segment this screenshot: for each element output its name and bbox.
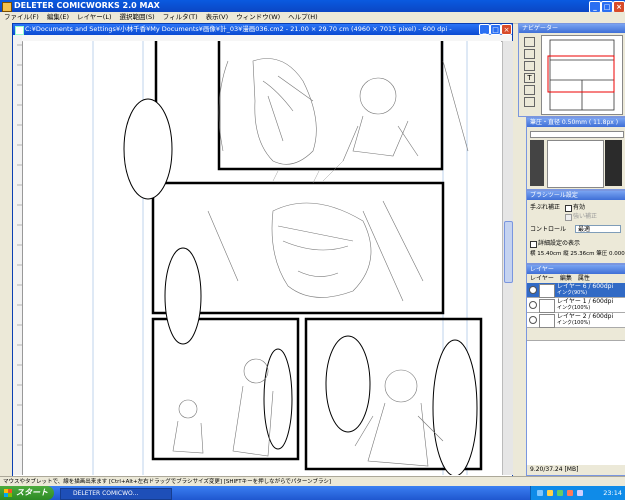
enabled-label: 有効 xyxy=(573,204,586,211)
brush-panel: 筆圧・直径 0.50mm ( 11.8px ) xyxy=(526,117,625,190)
detail-label: 詳細設定の表示 xyxy=(538,240,581,247)
doc-close-button[interactable]: × xyxy=(501,24,512,35)
brush-panel-title: 筆圧・直径 0.50mm ( 11.8px ) xyxy=(527,118,625,127)
menu-edit[interactable]: 編集(E) xyxy=(43,12,73,23)
text-tool-icon[interactable]: T xyxy=(524,73,535,83)
layers-tabs: レイヤー 編集 属性 xyxy=(527,274,625,283)
tool-palette: T xyxy=(521,35,537,113)
update-icon[interactable] xyxy=(567,490,573,496)
doc-minimize-button[interactable]: _ xyxy=(479,24,490,35)
layer-row[interactable]: レイヤー 2 / 600dpi インク(100%) xyxy=(527,313,625,328)
layer-thumbnail xyxy=(539,299,555,313)
brush-preset-list[interactable] xyxy=(530,140,544,186)
layer-row[interactable]: レイヤー 1 / 600dpi インク(100%) xyxy=(527,298,625,313)
strong-correction-checkbox[interactable] xyxy=(565,214,572,221)
detail-checkbox[interactable] xyxy=(530,241,537,248)
menu-window[interactable]: ウィンドウ(W) xyxy=(232,12,284,23)
tab-attributes[interactable]: 属性 xyxy=(575,275,593,282)
input-method-icon[interactable] xyxy=(577,490,583,496)
app-icon xyxy=(2,2,12,12)
layer-name: レイヤー 2 / 600dpi xyxy=(557,313,614,320)
visibility-eye-icon[interactable] xyxy=(529,301,537,309)
layer-thumbnail xyxy=(539,314,555,328)
taskbar-app-label: DELETER COMICWO... xyxy=(73,490,139,497)
layer-sub: インク(100%) xyxy=(557,305,591,311)
menu-filter[interactable]: フィルタ(T) xyxy=(159,12,202,23)
windows-flag-icon xyxy=(4,489,12,497)
brush-settings-panel: ブラシツール設定 手ぶれ補正 有効 強い補正 コントロール 最適 詳細設定の表示… xyxy=(526,190,625,264)
zoom-tool-icon[interactable] xyxy=(524,97,535,107)
correction-label: 手ぶれ補正 xyxy=(530,204,561,211)
navigator-panel: ナビゲーター T xyxy=(518,23,625,117)
tab-edit[interactable]: 編集 xyxy=(557,275,575,282)
brush-size-slider[interactable] xyxy=(530,131,624,138)
layer-list-empty xyxy=(527,340,625,465)
control-label: コントロール xyxy=(530,226,567,233)
brush-preview xyxy=(547,140,604,188)
taskbar-app-button[interactable]: DELETER COMICWO... xyxy=(60,488,172,500)
menu-selection[interactable]: 選択範囲(S) xyxy=(116,12,159,23)
layer-name: レイヤー 1 / 600dpi xyxy=(557,298,614,305)
document-title: C:¥Documents and Settings¥小林千香¥My Docume… xyxy=(25,25,452,33)
title-bar: DELETER COMICWORKS 2.0 MAX _ □ × xyxy=(0,0,625,13)
network-icon[interactable] xyxy=(537,490,543,496)
memory-usage: 9.20/37.24 [MB] xyxy=(530,466,579,473)
taskbar: スタート DELETER COMICWO... 23:14 xyxy=(0,486,625,500)
start-label: スタート xyxy=(16,488,48,497)
window-title: DELETER COMICWORKS 2.0 MAX xyxy=(14,1,160,10)
doc-maximize-button[interactable]: □ xyxy=(490,24,501,35)
vertical-scrollbar[interactable] xyxy=(502,41,513,475)
select-tool-icon[interactable] xyxy=(524,85,535,95)
navigator-preview[interactable] xyxy=(541,35,623,115)
enabled-checkbox[interactable] xyxy=(565,205,572,212)
visibility-eye-icon[interactable] xyxy=(529,316,537,324)
vertical-ruler xyxy=(13,35,23,475)
menu-help[interactable]: ヘルプ(H) xyxy=(284,12,321,23)
brush-settings-title: ブラシツール設定 xyxy=(527,191,625,200)
layers-panel: レイヤー レイヤー 編集 属性 レイヤー 6 / 600dpi インク(90%) レ… xyxy=(526,264,625,476)
layers-title: レイヤー xyxy=(527,265,625,274)
clock: 23:14 xyxy=(603,489,622,497)
layer-row[interactable]: レイヤー 6 / 600dpi インク(90%) xyxy=(527,283,625,298)
volume-icon[interactable] xyxy=(547,490,553,496)
navigator-title: ナビゲーター xyxy=(519,24,625,33)
layer-thumbnail xyxy=(539,284,555,298)
layer-sub: インク(100%) xyxy=(557,320,591,326)
start-button[interactable]: スタート xyxy=(0,486,54,500)
tab-layer[interactable]: レイヤー xyxy=(527,275,557,282)
manga-canvas[interactable] xyxy=(23,41,501,475)
menu-layer[interactable]: レイヤー(L) xyxy=(73,12,116,23)
brush-tip-list[interactable] xyxy=(605,140,622,186)
strong-correction-label: 強い補正 xyxy=(573,213,598,220)
brush-size-text: 横 15.40cm 縦 25.36cm 筆圧 0.000 xyxy=(530,251,625,257)
document-window: C:¥Documents and Settings¥小林千香¥My Docume… xyxy=(12,23,513,478)
layer-name: レイヤー 6 / 600dpi xyxy=(557,283,614,290)
system-tray: 23:14 xyxy=(530,486,625,500)
menu-view[interactable]: 表示(V) xyxy=(202,12,233,23)
eraser-tool-icon[interactable] xyxy=(524,49,535,59)
pen-tool-icon[interactable] xyxy=(524,37,535,47)
status-text: マウスやタブレットで、線を描画出来ます [Ctrl+Alt+左右ドラッグでブラシ… xyxy=(3,479,331,485)
scroll-thumb[interactable] xyxy=(504,221,513,283)
menu-file[interactable]: ファイル(F) xyxy=(0,12,43,23)
control-select-value: 最適 xyxy=(578,226,591,233)
control-select[interactable]: 最適 xyxy=(575,225,621,233)
visibility-eye-icon[interactable] xyxy=(529,286,537,294)
document-title-bar: C:¥Documents and Settings¥小林千香¥My Docume… xyxy=(13,24,512,35)
security-icon[interactable] xyxy=(557,490,563,496)
layer-sub: インク(90%) xyxy=(557,290,588,296)
brush-tool-icon[interactable] xyxy=(524,61,535,71)
document-icon xyxy=(15,26,24,35)
